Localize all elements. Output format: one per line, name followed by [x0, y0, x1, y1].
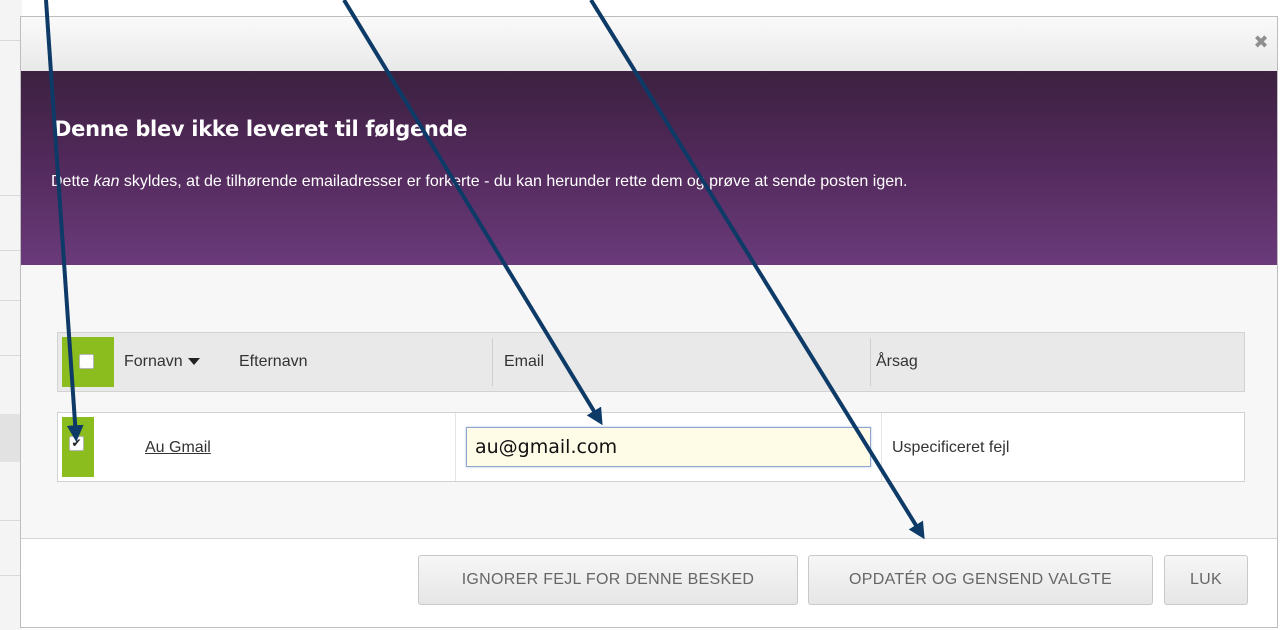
- dialog-header: Denne blev ikke leveret til følgende Det…: [21, 71, 1277, 265]
- dialog-description: Dette kan skyldes, at de tilhørende emai…: [51, 173, 908, 190]
- failure-reason: Uspecificeret fejl: [892, 439, 1010, 456]
- update-and-resend-button[interactable]: OPDATÉR OG GENSEND VALGTE: [808, 555, 1153, 605]
- description-emphasis: kan: [93, 173, 120, 190]
- email-field[interactable]: [466, 427, 871, 467]
- select-all-checkbox[interactable]: [79, 354, 94, 369]
- column-header-reason: Årsag: [876, 353, 918, 370]
- caret-down-icon: [187, 358, 200, 366]
- table-header: Fornavn Efternavn Email Årsag: [57, 332, 1245, 392]
- row-checkbox[interactable]: ✔: [69, 436, 84, 451]
- dialog-footer: IGNORER FEJL FOR DENNE BESKED OPDATÉR OG…: [21, 538, 1277, 627]
- recipients-table: Fornavn Efternavn Email Årsag ✔ Au Gmail…: [57, 332, 1245, 482]
- column-header-first-name[interactable]: Fornavn: [124, 353, 200, 371]
- close-icon[interactable]: ✖: [1249, 31, 1273, 55]
- recipient-name-link[interactable]: Au Gmail: [145, 439, 211, 457]
- ignore-errors-button[interactable]: IGNORER FEJL FOR DENNE BESKED: [418, 555, 798, 605]
- column-header-email: Email: [504, 353, 545, 370]
- column-header-last-name[interactable]: Efternavn: [239, 353, 307, 371]
- dialog-title: Denne blev ikke leveret til følgende: [54, 117, 468, 141]
- undelivered-dialog: ✖ Denne blev ikke leveret til følgende D…: [20, 16, 1278, 628]
- table-row: ✔ Au Gmail Uspecificeret fejl: [57, 412, 1245, 482]
- dialog-titlebar: ✖: [21, 17, 1277, 71]
- close-button[interactable]: LUK: [1164, 555, 1248, 605]
- background-page-strip: [0, 0, 22, 630]
